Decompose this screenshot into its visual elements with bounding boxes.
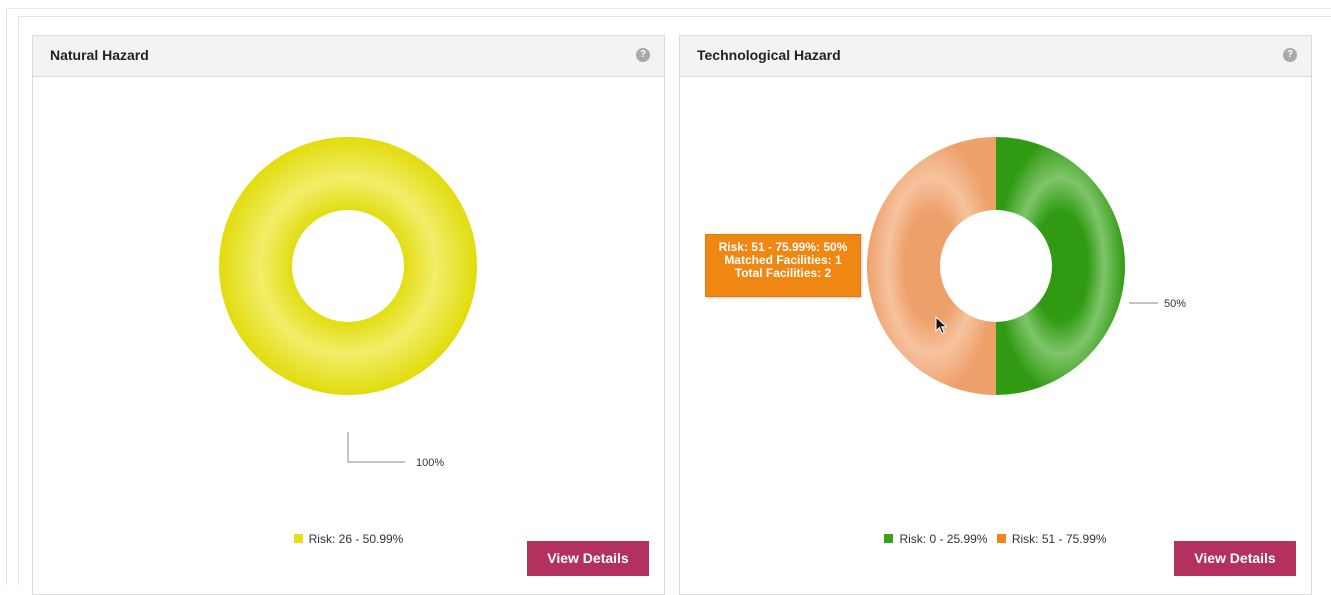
panel-header: Natural Hazard ?	[33, 36, 664, 77]
help-icon[interactable]: ?	[636, 48, 650, 62]
natural-hazard-panel: Natural Hazard ? 100% Risk: 26 - 50.99% …	[32, 35, 665, 595]
view-details-button[interactable]: View Details	[1174, 541, 1296, 576]
chart-tooltip: Risk: 51 - 75.99%: 50% Matched Facilitie…	[705, 234, 861, 297]
donut-slice[interactable]	[867, 137, 996, 395]
legend-label: Risk: 51 - 75.99%	[1011, 532, 1107, 546]
legend-swatch	[884, 534, 894, 543]
slice-percent-label: 100%	[416, 457, 444, 469]
donut-slice[interactable]	[219, 137, 477, 395]
legend-item[interactable]: Risk: 51 - 75.99%	[996, 532, 1107, 546]
view-details-button[interactable]: View Details	[527, 541, 649, 576]
slice-percent-label: 50%	[1164, 298, 1186, 310]
mouse-cursor-icon	[935, 316, 948, 335]
panel-title: Technological Hazard	[697, 47, 841, 63]
help-icon[interactable]: ?	[1283, 48, 1297, 62]
tooltip-line: Total Facilities: 2	[734, 266, 832, 280]
technological-hazard-donut-chart: 50%	[867, 137, 1186, 395]
slice-label-connector	[347, 432, 405, 463]
legend-label: Risk: 0 - 25.99%	[899, 532, 988, 546]
panel-header: Technological Hazard ?	[680, 36, 1311, 77]
legend-label: Risk: 26 - 50.99%	[308, 532, 404, 546]
legend-item[interactable]: Risk: 26 - 50.99%	[293, 532, 404, 546]
donut-slice[interactable]	[996, 137, 1125, 395]
panel-title: Natural Hazard	[50, 47, 149, 63]
legend-swatch	[293, 534, 303, 543]
technological-hazard-panel: Technological Hazard ? 50% Risk: 51 - 75…	[679, 35, 1312, 595]
natural-hazard-donut-chart: 100%	[219, 137, 477, 469]
legend-swatch	[996, 534, 1006, 543]
legend-item[interactable]: Risk: 0 - 25.99%	[884, 532, 987, 546]
